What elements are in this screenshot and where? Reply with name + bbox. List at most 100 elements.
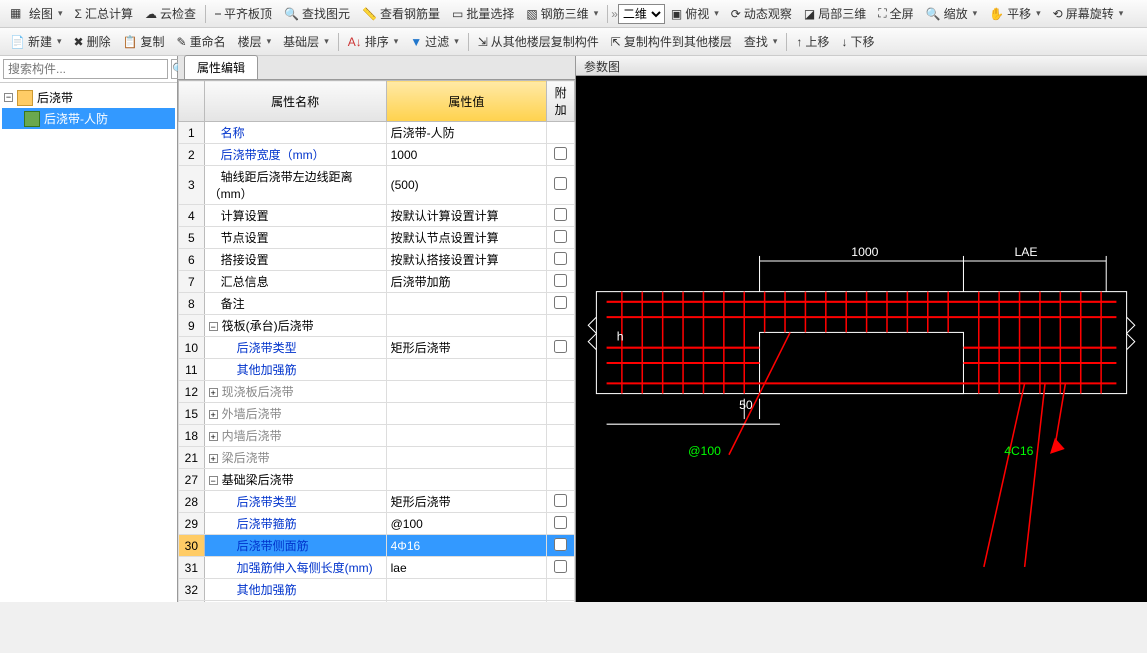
btn-delete[interactable]: ✖ 删除 [68, 31, 117, 52]
prop-value[interactable]: 按默认节点设置计算 [386, 227, 547, 249]
extra-checkbox[interactable] [554, 538, 567, 551]
prop-extra[interactable] [547, 205, 575, 227]
prop-extra[interactable] [547, 359, 575, 381]
expand-icon[interactable]: + [209, 454, 218, 463]
tool-sum[interactable]: Σ 汇总计算 [69, 3, 139, 24]
btn-find[interactable]: 查找 [738, 31, 784, 52]
extra-checkbox[interactable] [554, 560, 567, 573]
property-row[interactable]: 11其他加强筋 [179, 359, 575, 381]
tool-cloud[interactable]: ☁ 云检查 [139, 3, 202, 24]
tool-rotate[interactable]: ⟲ 屏幕旋转 [1047, 3, 1130, 24]
prop-value[interactable]: lae [386, 557, 547, 579]
prop-extra[interactable] [547, 271, 575, 293]
btn-sort[interactable]: A↓ 排序 [342, 31, 405, 52]
prop-extra[interactable] [547, 337, 575, 359]
expand-icon[interactable]: + [209, 432, 218, 441]
tab-properties[interactable]: 属性编辑 [184, 55, 258, 79]
prop-extra[interactable] [547, 425, 575, 447]
extra-checkbox[interactable] [554, 274, 567, 287]
btn-copy-from-floor[interactable]: ⇲ 从其他楼层复制构件 [472, 31, 605, 52]
prop-extra[interactable] [547, 403, 575, 425]
prop-extra[interactable] [547, 144, 575, 166]
tool-rebar-qty[interactable]: 📏 查看钢筋量 [356, 3, 446, 24]
prop-extra[interactable] [547, 381, 575, 403]
tool-align[interactable]: ⎯ 平齐板顶 [209, 3, 278, 24]
extra-checkbox[interactable] [554, 208, 567, 221]
prop-value[interactable]: 矩形后浇带 [386, 337, 547, 359]
prop-value[interactable] [386, 315, 547, 337]
prop-value[interactable] [386, 403, 547, 425]
prop-value[interactable]: 按默认搭接设置计算 [386, 249, 547, 271]
prop-extra[interactable] [547, 315, 575, 337]
prop-value[interactable]: @100 [386, 513, 547, 535]
prop-value[interactable] [386, 425, 547, 447]
prop-value[interactable]: 4Φ16 [386, 535, 547, 557]
btn-filter[interactable]: ▼ 过滤 [404, 31, 464, 52]
extra-checkbox[interactable] [554, 494, 567, 507]
extra-checkbox[interactable] [554, 340, 567, 353]
prop-extra[interactable] [547, 249, 575, 271]
property-row[interactable]: 18+内墙后浇带 [179, 425, 575, 447]
property-row[interactable]: 27−基础梁后浇带 [179, 469, 575, 491]
property-row[interactable]: 32其他加强筋 [179, 579, 575, 601]
prop-extra[interactable] [547, 122, 575, 144]
btn-move-down[interactable]: ↓ 下移 [835, 31, 880, 52]
prop-extra[interactable] [547, 491, 575, 513]
property-row[interactable]: 30后浇带侧面筋4Φ16 [179, 535, 575, 557]
collapse-icon[interactable]: − [209, 322, 218, 331]
tree-root[interactable]: − 后浇带 [2, 87, 175, 108]
tool-orbit[interactable]: ⟳ 动态观察 [725, 3, 798, 24]
prop-value[interactable] [386, 381, 547, 403]
property-row[interactable]: 1名称后浇带-人防 [179, 122, 575, 144]
property-row[interactable]: 31加强筋伸入每侧长度(mm)lae [179, 557, 575, 579]
btn-rename[interactable]: ✎ 重命名 [171, 31, 232, 52]
btn-floor[interactable]: 楼层 [232, 31, 278, 52]
tool-zoom[interactable]: 🔍 缩放 [920, 3, 984, 24]
expand-icon[interactable]: + [209, 410, 218, 419]
property-row[interactable]: 4计算设置按默认计算设置计算 [179, 205, 575, 227]
extra-checkbox[interactable] [554, 147, 567, 160]
prop-value[interactable] [386, 293, 547, 315]
diagram-canvas[interactable]: 1000 LAE h 50 @100 4C16 [576, 76, 1147, 650]
tool-rebar3d[interactable]: ▧ 钢筋三维 [520, 3, 604, 24]
prop-value[interactable]: 矩形后浇带 [386, 491, 547, 513]
prop-value[interactable] [386, 359, 547, 381]
prop-extra[interactable] [547, 293, 575, 315]
collapse-icon[interactable]: − [4, 93, 13, 102]
prop-extra[interactable] [547, 557, 575, 579]
property-row[interactable]: 10后浇带类型矩形后浇带 [179, 337, 575, 359]
btn-baselayer[interactable]: 基础层 [277, 31, 335, 52]
property-row[interactable]: 21+梁后浇带 [179, 447, 575, 469]
prop-value[interactable] [386, 579, 547, 601]
tool-batch-select[interactable]: ▭ 批量选择 [446, 3, 520, 24]
tool-local3d[interactable]: ◪ 局部三维 [798, 3, 872, 24]
prop-value[interactable]: 1000 [386, 144, 547, 166]
prop-extra[interactable] [547, 227, 575, 249]
prop-extra[interactable] [547, 513, 575, 535]
btn-copy-to-floor[interactable]: ⇱ 复制构件到其他楼层 [605, 31, 738, 52]
prop-value[interactable]: 后浇带-人防 [386, 122, 547, 144]
prop-value[interactable] [386, 447, 547, 469]
extra-checkbox[interactable] [554, 296, 567, 309]
search-input[interactable] [3, 59, 168, 79]
property-row[interactable]: 2后浇带宽度（mm）1000 [179, 144, 575, 166]
property-row[interactable]: 15+外墙后浇带 [179, 403, 575, 425]
property-row[interactable]: 29后浇带箍筋@100 [179, 513, 575, 535]
btn-move-up[interactable]: ↑ 上移 [790, 31, 835, 52]
prop-extra[interactable] [547, 469, 575, 491]
property-row[interactable]: 9−筏板(承台)后浇带 [179, 315, 575, 337]
property-row[interactable]: 28后浇带类型矩形后浇带 [179, 491, 575, 513]
tool-draw[interactable]: ▦绘图 [4, 3, 69, 24]
prop-extra[interactable] [547, 447, 575, 469]
property-row[interactable]: 3轴线距后浇带左边线距离（mm）(500) [179, 166, 575, 205]
prop-value[interactable]: 后浇带加筋 [386, 271, 547, 293]
prop-extra[interactable] [547, 579, 575, 601]
extra-checkbox[interactable] [554, 177, 567, 190]
property-row[interactable]: 6搭接设置按默认搭接设置计算 [179, 249, 575, 271]
prop-extra[interactable] [547, 535, 575, 557]
property-row[interactable]: 8备注 [179, 293, 575, 315]
property-row[interactable]: 7汇总信息后浇带加筋 [179, 271, 575, 293]
btn-new[interactable]: 📄 新建 [4, 31, 68, 52]
btn-copy[interactable]: 📋 复制 [117, 31, 171, 52]
property-row[interactable]: 12+现浇板后浇带 [179, 381, 575, 403]
